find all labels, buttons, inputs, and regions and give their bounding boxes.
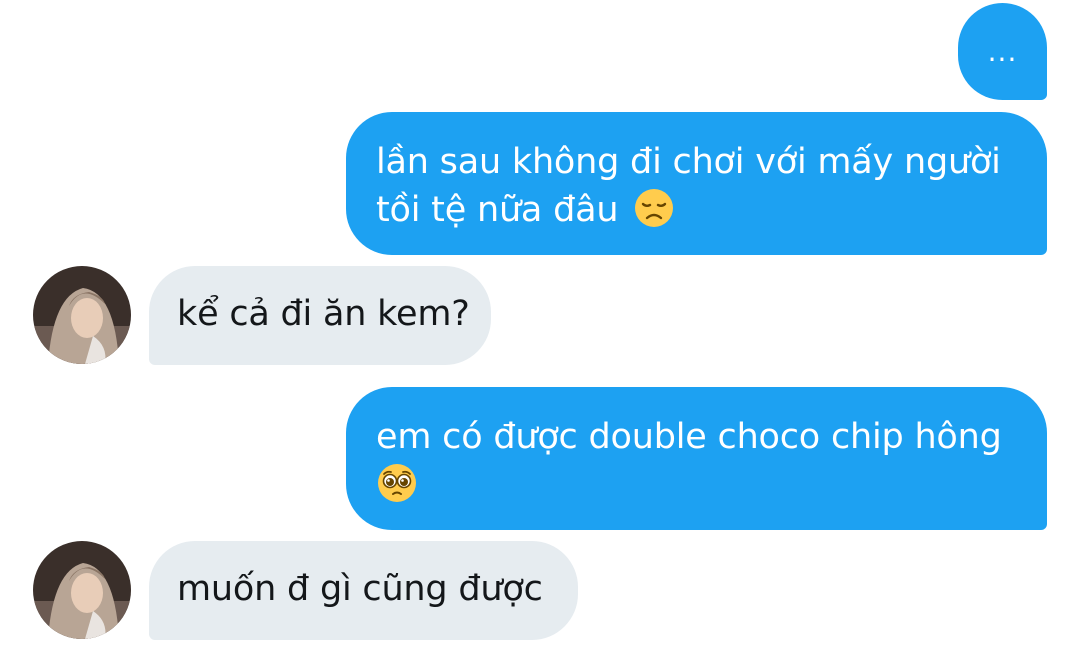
sent-message-bubble[interactable]: ...: [958, 3, 1047, 100]
received-message-bubble[interactable]: kể cả đi ăn kem?: [149, 266, 491, 365]
user-avatar[interactable]: [33, 266, 131, 364]
disappointed-face-emoji-icon: [633, 187, 675, 229]
conversation-thread: ... lần sau không đi chơi với mấy người …: [0, 0, 1080, 656]
user-avatar[interactable]: [33, 541, 131, 639]
message-text-line: tồi tệ nữa đâu: [376, 190, 619, 230]
message-text: lần sau không đi chơi với mấy người: [376, 142, 1001, 182]
received-message-bubble[interactable]: muốn đ gì cũng được: [149, 541, 578, 640]
pleading-face-emoji-icon: [376, 462, 418, 504]
message-text: kể cả đi ăn kem?: [177, 294, 470, 334]
message-text: muốn đ gì cũng được: [177, 569, 543, 609]
avatar-photo-icon: [33, 541, 131, 639]
message-text: ...: [987, 34, 1018, 68]
sent-message-bubble[interactable]: lần sau không đi chơi với mấy người tồi …: [346, 112, 1047, 255]
sent-message-bubble[interactable]: em có được double choco chip hông: [346, 387, 1047, 530]
message-text: em có được double choco chip hông: [376, 417, 1002, 457]
avatar-photo-icon: [33, 266, 131, 364]
